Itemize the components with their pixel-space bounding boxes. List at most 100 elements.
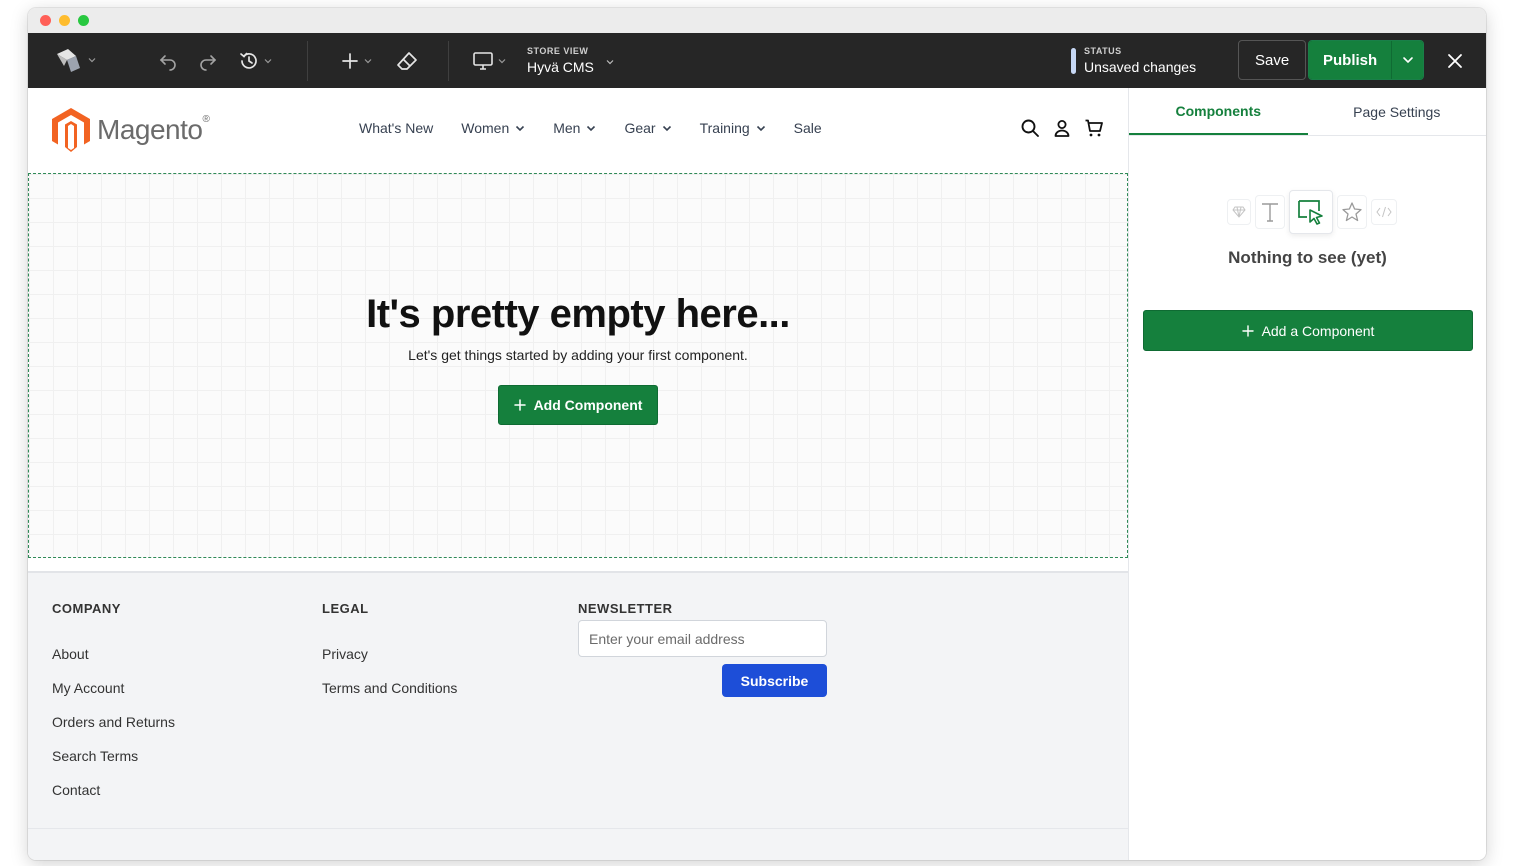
status-indicator: STATUS Unsaved changes [1071,47,1196,74]
undo-icon [159,55,176,71]
undo-button[interactable] [158,51,178,71]
logo-text: Magento® [97,114,210,145]
publish-button-group: Publish [1308,40,1425,80]
hyva-logo-icon [57,49,80,72]
footer-link-orders-returns[interactable]: Orders and Returns [52,714,175,730]
publish-options-button[interactable] [1391,41,1424,79]
nav-item-label: Men [553,120,581,136]
chevron-down-icon [756,125,765,132]
empty-content-area: It's pretty empty here... Let's get thin… [28,173,1128,558]
minimize-window-button[interactable] [59,15,70,26]
plus-icon [342,53,358,69]
newsletter-email-input[interactable] [578,620,827,657]
star-icon [1337,195,1367,229]
status-value: Unsaved changes [1084,59,1197,75]
redo-button[interactable] [198,51,218,71]
nav-item-men[interactable]: Men [553,120,596,136]
nav-item-gear[interactable]: Gear [624,120,671,136]
subscribe-button[interactable]: Subscribe [722,664,827,697]
footer-heading: NEWSLETTER [578,601,673,616]
editor-toolbar: STORE VIEW Hyvä CMS STATUS Unsaved chang… [28,33,1486,88]
chevron-down-icon [606,59,614,64]
chevron-down-icon [498,59,506,64]
account-button[interactable] [1052,118,1072,143]
toolbar-divider [448,41,449,81]
status-label: STATUS [1084,46,1122,56]
footer-bottom-bar [28,828,1128,860]
footer-heading: LEGAL [322,601,369,616]
code-icon [1371,199,1397,225]
store-header: Magento® What's New Women Men Gear Train… [28,88,1128,172]
store-view-label: STORE VIEW [527,46,589,56]
footer-heading: COMPANY [52,601,121,616]
search-button[interactable] [1020,118,1040,143]
tab-components[interactable]: Components [1129,88,1308,135]
add-a-component-button[interactable]: Add a Component [1143,310,1473,351]
empty-title: It's pretty empty here... [366,292,790,336]
tab-page-settings[interactable]: Page Settings [1308,88,1487,135]
add-component-button[interactable]: Add Component [497,385,659,425]
cart-icon [1085,119,1103,137]
nav-item-whats-new[interactable]: What's New [359,120,433,136]
nav-item-label: Gear [624,120,656,136]
plus-icon [513,399,526,411]
store-footer: COMPANY About My Account Orders and Retu… [28,571,1128,860]
eraser-icon [397,52,417,70]
nav-item-label: What's New [359,120,434,136]
add-button[interactable] [340,51,372,71]
header-actions [1020,118,1104,143]
empty-subtitle: Let's get things started by adding your … [408,347,748,363]
eraser-button[interactable] [396,50,418,72]
user-icon [1054,120,1070,137]
page-canvas: Magento® What's New Women Men Gear Train… [28,88,1128,860]
chevron-down-icon [516,125,525,132]
viewport-button[interactable] [472,51,506,71]
publish-button[interactable]: Publish [1309,41,1392,79]
components-panel: Components Page Settings Nothing to see … [1128,88,1486,860]
footer-link-privacy[interactable]: Privacy [322,646,457,662]
store-view-value: Hyvä CMS [527,59,594,75]
diamond-icon [1227,199,1251,225]
footer-legal: LEGAL Privacy Terms and Conditions [322,601,457,696]
close-window-button[interactable] [40,15,51,26]
footer-link-my-account[interactable]: My Account [52,680,175,696]
nav-item-label: Women [461,120,510,136]
app-menu-button[interactable] [54,46,96,74]
app-window: STORE VIEW Hyvä CMS STATUS Unsaved chang… [28,8,1486,860]
close-editor-button[interactable] [1446,52,1464,70]
footer-link-contact[interactable]: Contact [52,782,175,798]
history-button[interactable] [238,50,272,72]
empty-illustration [1227,190,1397,234]
monitor-icon [473,52,493,70]
chevron-down-icon [264,59,272,64]
store-view: STORE VIEW Hyvä CMS [527,46,594,75]
panel-tabs: Components Page Settings [1129,88,1486,136]
footer-link-terms[interactable]: Terms and Conditions [322,680,457,696]
chevron-down-icon [88,58,96,63]
close-icon [1448,54,1462,68]
nav-item-training[interactable]: Training [700,120,766,136]
footer-link-about[interactable]: About [52,646,175,662]
nav-item-women[interactable]: Women [461,120,525,136]
chevron-down-icon [662,125,671,132]
toolbar-divider [307,41,308,81]
store-logo[interactable]: Magento® [51,107,210,153]
chevron-down-icon [364,59,372,64]
store-view-selector[interactable]: STORE VIEW Hyvä CMS [527,47,614,74]
nav-item-sale[interactable]: Sale [794,120,822,136]
status-bar [1071,47,1076,74]
footer-link-search-terms[interactable]: Search Terms [52,748,175,764]
footer-newsletter: NEWSLETTER Subscribe [578,601,828,711]
magento-logo-icon [52,108,90,152]
add-component-label: Add Component [533,397,643,413]
chevron-down-icon [587,125,596,132]
chevron-down-icon [1402,57,1413,64]
zoom-window-button[interactable] [78,15,89,26]
cart-button[interactable] [1084,118,1104,143]
add-a-component-label: Add a Component [1261,322,1375,339]
save-button[interactable]: Save [1238,40,1307,80]
redo-icon [200,55,217,71]
title-bar [28,8,1486,33]
text-icon [1255,195,1285,229]
footer-company: COMPANY About My Account Orders and Retu… [52,601,175,798]
